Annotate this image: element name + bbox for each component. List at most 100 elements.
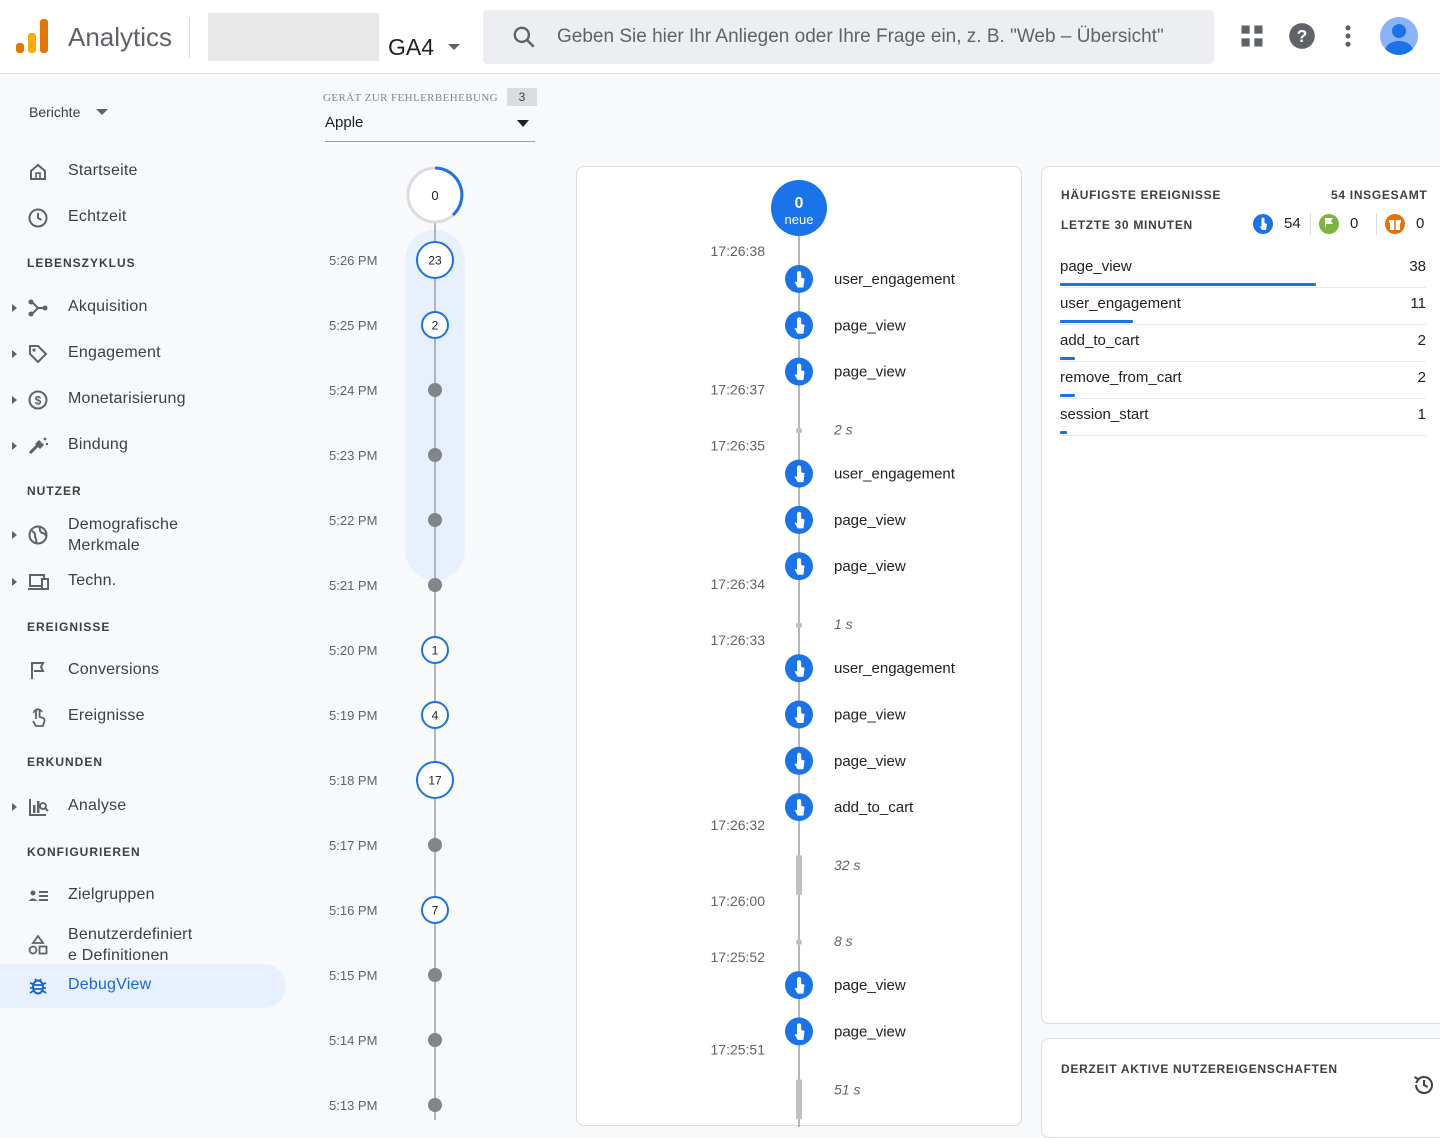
expand-arrow-icon[interactable]	[12, 304, 17, 312]
flag-icon	[31, 662, 45, 679]
sidebar-item-zielgruppen[interactable]: Zielgruppen	[0, 874, 286, 918]
minutes-timeline: 0 5:26 PM 23 5:25 PM 2 5:24 PM 5:23 PM 5:22 PM 5…	[329, 166, 465, 1120]
timestamp-label: 17:26:33	[711, 632, 766, 648]
sidebar-item-akquisition[interactable]: Akquisition	[0, 286, 286, 330]
expand-arrow-icon[interactable]	[12, 803, 17, 811]
event-name[interactable]: page_view	[834, 364, 906, 381]
event-name[interactable]: add_to_cart	[834, 799, 914, 816]
expand-arrow-icon[interactable]	[12, 442, 17, 450]
sidebar-item-demografische-merkmale[interactable]: Demografische Merkmale	[0, 511, 286, 559]
sidebar-item-label: Ereignisse	[68, 707, 145, 724]
top-event-count: 1	[1417, 406, 1426, 423]
retention-icon	[28, 437, 49, 455]
event-name[interactable]: page_view	[834, 558, 906, 575]
more-vert-icon[interactable]	[1334, 22, 1362, 50]
top-event-row[interactable]: page_view 38	[1060, 251, 1426, 288]
property-name[interactable]: GA4	[388, 34, 434, 61]
sidebar-item-debugview[interactable]: DebugView	[0, 964, 286, 1008]
minute-empty-dot	[428, 838, 442, 852]
event-name[interactable]: page_view	[834, 317, 906, 334]
timestamp-label: 17:26:34	[711, 576, 766, 592]
minute-label: 5:26 PM	[329, 253, 377, 268]
seconds-stream-card: 0 neue 17:26:38 user_engagement page_view pag…	[576, 166, 1022, 1127]
timestamp-label: 17:26:32	[711, 817, 766, 833]
sidebar-item-conversions[interactable]: Conversions	[0, 649, 286, 693]
top-event-row[interactable]: user_engagement 11	[1060, 288, 1426, 325]
expand-arrow-icon[interactable]	[12, 531, 17, 539]
divider	[1310, 213, 1311, 235]
event-name[interactable]: user_engagement	[834, 271, 956, 288]
minute-event-count: 1	[432, 644, 439, 658]
sidebar-item-monetarisierung[interactable]: $ Monetarisierung	[0, 378, 286, 422]
sidebar-item-engagement[interactable]: Engagement	[0, 332, 286, 376]
dollar-icon: $	[28, 390, 48, 410]
minutes-top-count: 0	[431, 188, 438, 203]
event-name[interactable]: page_view	[834, 753, 906, 770]
top-event-row[interactable]: remove_from_cart 2	[1060, 362, 1426, 399]
sidebar-item-benutzerdefinierte-definitionen[interactable]: Benutzerdefiniert e Definitionen	[0, 921, 286, 969]
gap-duration: 1 s	[834, 616, 853, 632]
sidebar-item-label: Demografische Merkmale	[68, 516, 179, 554]
event-name[interactable]: user_engagement	[834, 466, 956, 483]
minute-empty-dot	[428, 513, 442, 527]
sidebar-item-label: Startseite	[68, 162, 138, 179]
sidebar: Berichte Startseite Echtzeit LEBENSZYKLUS A…	[0, 74, 300, 1120]
reports-menu[interactable]: Berichte	[29, 104, 80, 120]
expand-arrow-icon[interactable]	[12, 350, 17, 358]
minute-label: 5:24 PM	[329, 383, 377, 398]
sidebar-item-analyse[interactable]: Analyse	[0, 785, 286, 829]
minute-label: 5:22 PM	[329, 513, 377, 528]
minute-empty-dot	[428, 578, 442, 592]
search-icon	[513, 26, 535, 48]
search-input[interactable]: Geben Sie hier Ihr Anliegen oder Ihre Fr…	[557, 26, 1164, 48]
device-count-badge: 3	[507, 88, 537, 106]
top-event-count: 2	[1417, 332, 1426, 349]
minute-empty-dot	[428, 383, 442, 397]
top-event-row[interactable]: session_start 1	[1060, 399, 1426, 436]
event-name[interactable]: page_view	[834, 512, 906, 529]
expand-arrow-icon[interactable]	[12, 578, 17, 586]
event-name[interactable]: page_view	[834, 977, 906, 994]
sidebar-item-echtzeit[interactable]: Echtzeit	[0, 196, 286, 240]
sidebar-item-label: Engagement	[68, 344, 161, 361]
sidebar-item-techn[interactable]: Techn.	[0, 560, 286, 604]
avatar[interactable]	[1380, 17, 1418, 55]
section-heading: KONFIGURIEREN	[27, 845, 141, 859]
search-bar[interactable]: Geben Sie hier Ihr Anliegen oder Ihre Fr…	[483, 10, 1214, 64]
device-label: GERÄT ZUR FEHLERBEHEBUNG	[323, 92, 499, 104]
top-event-row[interactable]: add_to_cart 2	[1060, 325, 1426, 362]
expand-arrow-icon[interactable]	[12, 396, 17, 404]
devices-icon	[28, 574, 49, 590]
minute-label: 5:23 PM	[329, 448, 377, 463]
minute-label: 5:18 PM	[329, 773, 377, 788]
sidebar-item-bindung[interactable]: Bindung	[0, 424, 286, 468]
globe-icon	[28, 525, 48, 545]
event-name[interactable]: page_view	[834, 707, 906, 724]
sidebar-item-label: Benutzerdefiniert e Definitionen	[68, 926, 193, 964]
user-properties-card: DERZEIT AKTIVE NUTZEREIGENSCHAFTEN	[1041, 1038, 1440, 1138]
sidebar-item-ereignisse[interactable]: Ereignisse	[0, 695, 286, 739]
sidebar-item-label: Akquisition	[68, 298, 148, 315]
device-select[interactable]: Apple	[325, 114, 535, 142]
dropdown-arrow-icon	[517, 120, 529, 127]
sidebar-item-startseite[interactable]: Startseite	[0, 150, 286, 194]
minute-empty-dot	[428, 968, 442, 982]
divider	[189, 18, 190, 58]
minute-empty-dot	[428, 448, 442, 462]
event-name[interactable]: page_view	[834, 1023, 906, 1040]
minute-label: 5:21 PM	[329, 578, 377, 593]
help-icon[interactable]: ?	[1288, 22, 1316, 50]
top-event-name: session_start	[1060, 406, 1149, 423]
analytics-logo-icon[interactable]	[16, 19, 48, 53]
seconds-timeline: 0neue17:26:38user_engagementpage_viewpag…	[711, 180, 956, 1127]
apps-grid-icon[interactable]	[1238, 22, 1266, 50]
chevron-down-icon[interactable]	[96, 109, 108, 115]
history-icon[interactable]	[1412, 1073, 1436, 1097]
account-selector[interactable]	[208, 13, 379, 61]
minute-event-count: 7	[432, 904, 439, 918]
top-event-name: remove_from_cart	[1060, 369, 1182, 386]
event-name[interactable]: user_engagement	[834, 660, 956, 677]
app-title: Analytics	[68, 22, 173, 52]
chevron-down-icon[interactable]	[448, 44, 460, 50]
new-events-count: 0	[795, 195, 804, 212]
